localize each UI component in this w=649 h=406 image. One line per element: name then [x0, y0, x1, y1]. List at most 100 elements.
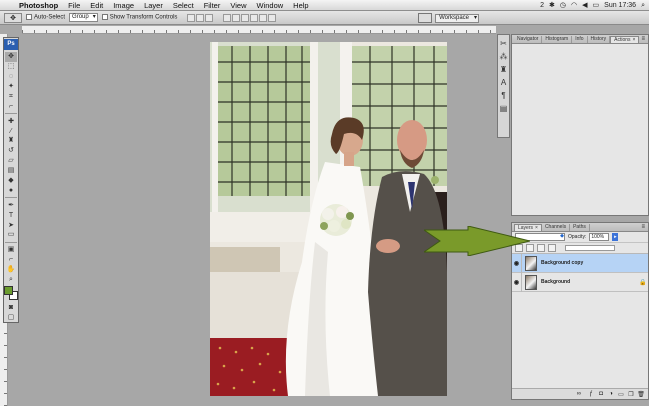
eraser-tool-icon[interactable]: ▱: [5, 156, 17, 166]
visibility-eye-icon[interactable]: ◉: [512, 272, 522, 292]
tab-navigator[interactable]: Navigator: [514, 36, 543, 43]
tab-actions[interactable]: Actions ×: [610, 36, 640, 43]
bridge-icon[interactable]: [418, 13, 433, 23]
trash-icon[interactable]: 🗑: [637, 390, 645, 398]
eyedropper-tool-icon[interactable]: ⌐: [5, 101, 17, 111]
auto-select-target-dropdown[interactable]: Group: [69, 13, 98, 22]
distribute-right-icon[interactable]: [268, 13, 277, 22]
clock[interactable]: Sun 17:36: [604, 0, 636, 11]
menu-file[interactable]: File: [63, 0, 85, 11]
panel-menu-icon[interactable]: ≡: [641, 36, 645, 42]
notes-tool-icon[interactable]: ▣: [5, 245, 17, 255]
tab-channels[interactable]: Channels: [542, 224, 571, 231]
close-icon[interactable]: ×: [633, 37, 636, 43]
screen-mode-icon[interactable]: ▢: [5, 312, 17, 322]
quick-mask-icon[interactable]: ◙: [5, 302, 17, 312]
healing-brush-tool-icon[interactable]: ✚: [5, 116, 17, 126]
tab-info[interactable]: Info: [572, 36, 588, 43]
auto-select-checkbox[interactable]: Auto-Select: [26, 14, 65, 21]
link-layers-icon[interactable]: ∞: [577, 390, 581, 398]
gradient-tool-icon[interactable]: ▤: [5, 166, 17, 176]
horizontal-ruler[interactable]: [22, 26, 496, 34]
foreground-color-swatch[interactable]: [4, 286, 13, 296]
magic-wand-tool-icon[interactable]: ✦: [5, 82, 17, 92]
opacity-slider[interactable]: [565, 245, 615, 251]
zoom-tool-icon[interactable]: ⌕: [5, 275, 17, 285]
hand-tool-icon[interactable]: ✋: [5, 265, 17, 275]
lasso-tool-icon[interactable]: ◌: [5, 72, 17, 82]
spotlight-icon[interactable]: ⌕: [641, 0, 645, 11]
time-machine-icon[interactable]: ◷: [560, 0, 566, 11]
type-tool-icon[interactable]: T: [5, 210, 17, 220]
new-layer-icon[interactable]: ❐: [627, 390, 635, 398]
distribute-hcenter-icon[interactable]: [259, 13, 268, 22]
eyedropper-sample-tool-icon[interactable]: ⌐: [5, 255, 17, 265]
blur-tool-icon[interactable]: ◆: [5, 176, 17, 186]
align-bottom-icon[interactable]: [205, 13, 214, 22]
layer-comps-icon[interactable]: ▤: [499, 103, 509, 113]
menu-window[interactable]: Window: [251, 0, 288, 11]
tab-history[interactable]: History: [588, 36, 611, 43]
ps-logo[interactable]: Ps: [4, 39, 18, 50]
marquee-tool-icon[interactable]: ⬚: [5, 62, 17, 72]
align-vcenter-icon[interactable]: [196, 13, 205, 22]
lock-all-icon[interactable]: [548, 244, 556, 252]
distribute-top-icon[interactable]: [223, 13, 232, 22]
brushes-icon[interactable]: ⁂: [499, 51, 509, 61]
character-icon[interactable]: A: [499, 77, 509, 87]
auto-select-label: Auto-Select: [34, 14, 66, 21]
visibility-eye-icon[interactable]: ◉: [512, 253, 522, 273]
tool-divider: [5, 241, 17, 243]
transform-controls-checkbox[interactable]: Show Transform Controls: [101, 14, 177, 21]
panel-menu-icon[interactable]: ≡: [641, 224, 645, 230]
close-icon[interactable]: ×: [535, 225, 538, 231]
shape-tool-icon[interactable]: ▭: [5, 230, 17, 240]
volume-icon[interactable]: ◀: [582, 0, 587, 11]
checkbox-icon: [26, 14, 32, 21]
adjustment-layer-icon[interactable]: ◑: [607, 390, 615, 398]
tab-paths[interactable]: Paths: [570, 224, 590, 231]
document-canvas[interactable]: [210, 42, 447, 396]
pen-tool-icon[interactable]: ✒: [5, 200, 17, 210]
tab-histogram[interactable]: Histogram: [542, 36, 573, 43]
menu-filter[interactable]: Filter: [199, 0, 226, 11]
status-badge[interactable]: 2: [540, 0, 544, 11]
new-group-icon[interactable]: ▭: [617, 390, 625, 398]
brush-tool-icon[interactable]: ⁄: [5, 126, 17, 136]
layer-row-background[interactable]: ◉ Background 🔒: [512, 272, 648, 292]
menu-select[interactable]: Select: [168, 0, 199, 11]
align-top-icon[interactable]: [187, 13, 196, 22]
workspace-button[interactable]: Workspace: [435, 13, 479, 23]
distribute-left-icon[interactable]: [250, 13, 259, 22]
distribute-buttons: [223, 13, 277, 22]
opacity-input[interactable]: 100%: [589, 233, 610, 241]
crop-tool-icon[interactable]: ⌗: [5, 91, 17, 101]
tools-preset-icon[interactable]: ✂: [499, 38, 509, 48]
layers-panel-footer: ∞ ƒ ◘ ◑ ▭ ❐ 🗑: [512, 388, 648, 399]
tool-preset-picker[interactable]: ✥: [4, 12, 22, 23]
menu-view[interactable]: View: [225, 0, 251, 11]
menu-app[interactable]: Photoshop: [14, 0, 63, 11]
layer-row-background-copy[interactable]: ◉ Background copy: [512, 253, 648, 273]
bluetooth-icon[interactable]: ✱: [549, 0, 555, 11]
path-selection-tool-icon[interactable]: ➤: [5, 220, 17, 230]
dodge-tool-icon[interactable]: ●: [5, 185, 17, 195]
options-bar: ✥ Auto-Select Group Show Transform Contr…: [0, 11, 649, 25]
layer-style-icon[interactable]: ƒ: [587, 390, 595, 398]
paragraph-icon[interactable]: ¶: [499, 90, 509, 100]
wifi-icon[interactable]: ◠: [571, 0, 577, 11]
move-tool-icon[interactable]: ✥: [5, 51, 17, 62]
opacity-slider-toggle[interactable]: ▸: [612, 233, 619, 241]
battery-icon[interactable]: ▭: [593, 0, 600, 11]
distribute-bottom-icon[interactable]: [241, 13, 250, 22]
history-brush-tool-icon[interactable]: ↺: [5, 146, 17, 156]
menu-edit[interactable]: Edit: [85, 0, 108, 11]
distribute-center-icon[interactable]: [232, 13, 241, 22]
lock-position-icon[interactable]: [537, 244, 545, 252]
clone-stamp-tool-icon[interactable]: ♜: [5, 136, 17, 146]
add-mask-icon[interactable]: ◘: [597, 390, 605, 398]
menu-help[interactable]: Help: [288, 0, 313, 11]
menu-layer[interactable]: Layer: [139, 0, 168, 11]
menu-image[interactable]: Image: [108, 0, 139, 11]
clone-source-icon[interactable]: ♜: [499, 64, 509, 74]
